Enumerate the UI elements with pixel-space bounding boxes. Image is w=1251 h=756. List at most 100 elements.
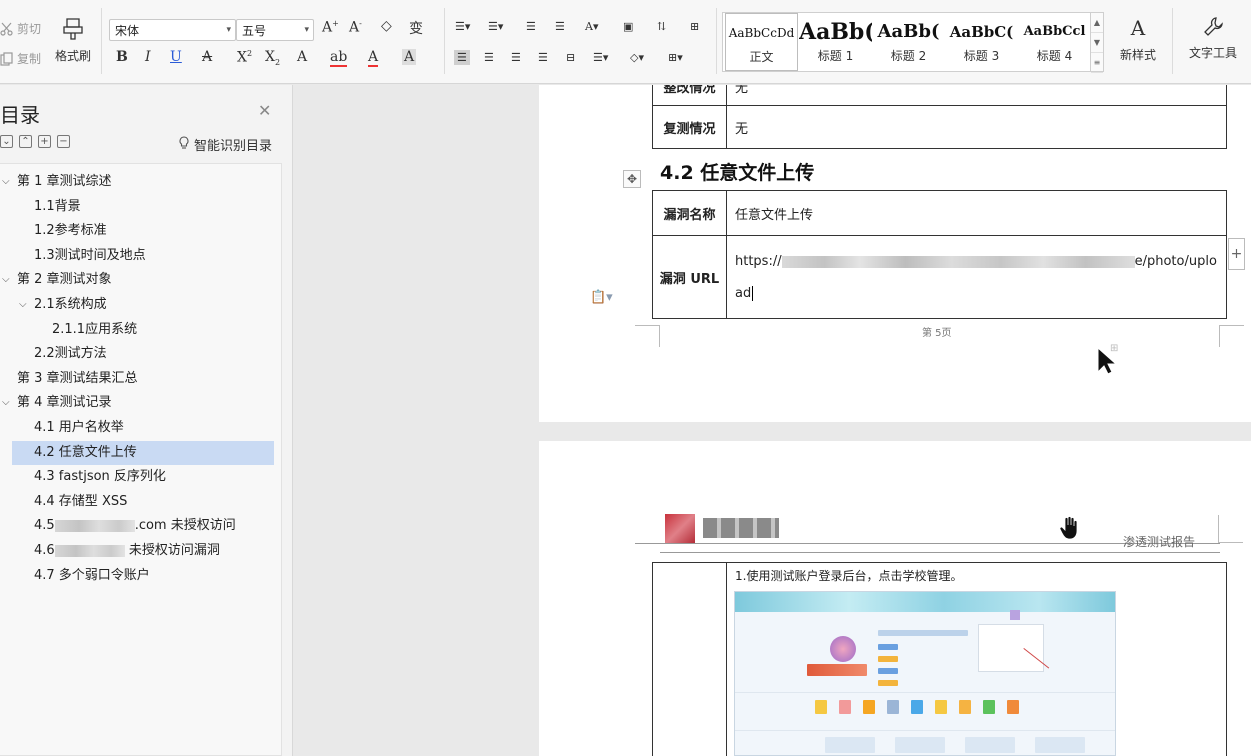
screenshot-line — [878, 668, 898, 674]
chevron-down-icon[interactable]: ⌵ — [2, 170, 10, 194]
collapse-all-icon[interactable]: ⌄ — [0, 135, 13, 148]
toc-item[interactable]: 4.7 多个弱口令账户 — [0, 564, 282, 588]
style-name: 标题 4 — [1036, 49, 1073, 63]
text-tools-button[interactable]: 文字工具 — [1180, 16, 1246, 61]
toc-item[interactable]: 1.3测试时间及地点 — [0, 244, 282, 268]
bullet-list-icon[interactable]: ☰▾ — [455, 20, 470, 33]
style-heading-2[interactable]: AaBb( 标题 2 — [872, 13, 945, 71]
chevron-up-icon[interactable]: ▲ — [1091, 13, 1103, 33]
toc-item[interactable]: 1.1背景 — [0, 195, 282, 219]
toc-item[interactable]: 4.4 存储型 XSS — [0, 490, 282, 514]
font-size-combo[interactable]: 五号 ▾ — [236, 19, 314, 41]
toc-item[interactable]: 2.1.1应用系统 — [0, 318, 282, 342]
line-spacing-icon[interactable]: ☰▾ — [593, 51, 608, 64]
strikethrough-icon[interactable]: A — [202, 49, 212, 65]
phonetic-guide-icon[interactable]: 变 — [409, 18, 423, 38]
vuln-url-value[interactable]: https:// e/photo/uplo ad — [726, 235, 1227, 319]
add-column-button[interactable]: + — [1228, 238, 1245, 270]
vuln-name-value[interactable]: 任意文件上传 — [726, 190, 1227, 236]
toc-tools: ⌄ ⌃ + − — [0, 135, 70, 148]
style-heading-1[interactable]: AaBb( 标题 1 — [799, 13, 872, 71]
close-icon[interactable]: ✕ — [258, 101, 271, 120]
align-center-icon[interactable]: ☰ — [484, 51, 494, 64]
justify-icon[interactable]: ☰ — [538, 51, 548, 64]
superscript-icon[interactable]: X2 — [237, 49, 252, 66]
minus-icon[interactable]: − — [57, 135, 70, 148]
copy-button[interactable]: 复制 — [0, 50, 41, 67]
italic-icon[interactable]: I — [145, 49, 151, 65]
font-name-combo[interactable]: 宋体 ▾ — [109, 19, 236, 41]
toc-item[interactable]: 4.6 未授权访问漏洞 — [0, 539, 282, 563]
style-normal[interactable]: AaBbCcDd 正文 — [725, 13, 798, 71]
toc-item[interactable]: ⌵ 2.1系统构成 — [0, 293, 282, 317]
style-heading-4[interactable]: AaBbCcl 标题 4 — [1018, 13, 1091, 71]
number-list-icon[interactable]: ☰▾ — [488, 20, 503, 33]
redacted-text — [54, 544, 125, 557]
toc-title: 目录 — [0, 103, 40, 127]
toc-item[interactable]: 4.5 .com 未授权访问 — [0, 514, 282, 538]
font-name-value: 宋体 — [115, 23, 140, 38]
paste-options-icon[interactable]: 📋▾ — [590, 290, 613, 305]
format-painter-button[interactable]: 格式刷 — [53, 17, 93, 75]
chevron-down-icon[interactable]: ⌵ — [19, 293, 27, 317]
bold-icon[interactable]: B — [116, 49, 128, 65]
align-left-icon[interactable]: ☰ — [454, 50, 470, 65]
stat-card — [965, 737, 1015, 753]
sort-icon[interactable]: ⇅ — [657, 20, 666, 33]
toc-item[interactable]: 4.2 任意文件上传 — [12, 440, 274, 465]
table-value[interactable]: 无 — [726, 85, 1227, 106]
font-color-icon[interactable]: A — [368, 49, 379, 67]
smart-toc-button[interactable]: 智能识别目录 — [178, 135, 272, 154]
align-right-icon[interactable]: ☰ — [511, 51, 521, 64]
style-gallery[interactable]: AaBbCcDd 正文 AaBb( 标题 1 AaBb( 标题 2 AaBbC(… — [722, 12, 1104, 73]
border-grid-icon[interactable]: ⊞ — [690, 20, 699, 33]
cut-button[interactable]: 剪切 — [0, 20, 41, 37]
toc-item[interactable]: 2.2测试方法 — [0, 342, 282, 366]
chevron-down-icon[interactable]: ⌵ — [2, 391, 10, 415]
table-label — [652, 562, 727, 756]
toc-item[interactable]: 4.1 用户名枚举 — [0, 416, 282, 440]
plus-icon[interactable]: + — [38, 135, 51, 148]
char-shading-icon[interactable]: A — [402, 49, 417, 65]
gallery-scroll[interactable]: ▲ ▼ ≡ — [1090, 12, 1104, 73]
decrease-indent-icon[interactable]: ☰ — [526, 20, 536, 33]
toc-item[interactable]: ⌵ 第 2 章测试对象 — [0, 268, 282, 292]
move-handle-icon[interactable]: ✥ — [623, 170, 641, 188]
shrink-font-icon[interactable]: A- — [349, 19, 362, 36]
vuln-url-label: 漏洞 URL — [652, 235, 727, 319]
underline-icon[interactable]: U — [170, 49, 182, 65]
avatar — [830, 636, 856, 662]
increase-indent-icon[interactable]: ☰ — [555, 20, 565, 33]
style-sample: AaBb( — [877, 21, 940, 42]
shading-icon[interactable]: ◇▾ — [630, 51, 644, 64]
subscript-icon[interactable]: X2 — [265, 49, 280, 67]
toc-item[interactable]: 第 3 章测试结果汇总 — [0, 367, 282, 391]
show-marks-icon[interactable]: ▣ — [623, 20, 633, 33]
toc-item[interactable]: 1.2参考标准 — [0, 219, 282, 243]
wrench-icon — [1202, 16, 1224, 38]
lightbulb-icon — [178, 135, 190, 154]
grow-font-icon[interactable]: A+ — [322, 19, 339, 36]
chevron-down-icon[interactable]: ▼ — [1091, 33, 1103, 53]
expand-up-icon[interactable]: ⌃ — [19, 135, 32, 148]
toc-item[interactable]: ⌵ 第 1 章测试综述 — [0, 170, 282, 194]
page-5[interactable]: 整改情况 无 复测情况 无 ✥ 4.2 任意文件上传 漏洞名称 任意文件上传 漏… — [539, 85, 1251, 422]
style-heading-3[interactable]: AaBbC( 标题 3 — [945, 13, 1018, 71]
toc-item[interactable]: 4.3 fastjson 反序列化 — [0, 465, 282, 489]
clear-format-icon[interactable]: ◇ — [381, 18, 392, 34]
highlight-icon[interactable]: ab — [330, 49, 348, 67]
gallery-more-icon[interactable]: ≡ — [1091, 53, 1103, 73]
document-canvas[interactable]: 整改情况 无 复测情况 无 ✥ 4.2 任意文件上传 漏洞名称 任意文件上传 漏… — [294, 85, 1251, 756]
borders-icon[interactable]: ⊞▾ — [668, 51, 683, 64]
distribute-icon[interactable]: ⊟ — [566, 51, 575, 64]
page-number: 第 5页 — [922, 328, 952, 339]
toc-item-label: 2.2测试方法 — [34, 346, 107, 362]
toc-item[interactable]: ⌵ 第 4 章测试记录 — [0, 391, 282, 415]
embedded-screenshot[interactable] — [734, 591, 1116, 756]
new-style-button[interactable]: A 新样式 — [1110, 16, 1166, 63]
new-style-label: 新样式 — [1119, 48, 1156, 62]
table-value[interactable]: 无 — [726, 105, 1227, 149]
chinese-layout-icon[interactable]: A▾ — [585, 20, 598, 33]
chevron-down-icon[interactable]: ⌵ — [2, 268, 10, 292]
text-effect-icon[interactable]: A — [297, 49, 307, 65]
